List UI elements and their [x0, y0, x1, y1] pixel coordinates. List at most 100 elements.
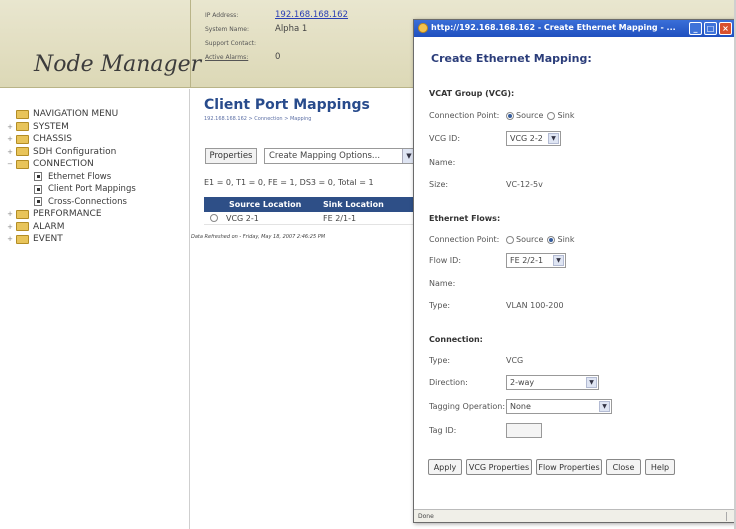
mapping-summary: E1 = 0, T1 = 0, FE = 1, DS3 = 0, Total =… [204, 178, 374, 187]
expand-icon[interactable]: + [6, 223, 14, 231]
nav-item-label[interactable]: CONNECTION [33, 159, 94, 169]
direction-row: Direction: 2-way ▼ [429, 375, 599, 390]
folder-icon [16, 109, 29, 119]
help-button[interactable]: Help [645, 459, 675, 475]
type-value: VLAN 100-200 [506, 301, 564, 310]
direction-select[interactable]: 2-way ▼ [506, 375, 599, 390]
flow-id-select[interactable]: FE 2/2-1 ▼ [506, 253, 566, 268]
chevron-down-icon[interactable]: ▼ [586, 377, 597, 388]
nav-item-label[interactable]: CHASSIS [33, 134, 72, 144]
folder-icon [16, 234, 29, 244]
nav-item-cross-connections[interactable]: Cross-Connections [6, 196, 136, 209]
info-row-ip: IP Address: 192.168.168.162 [205, 8, 348, 22]
option-label: Sink [557, 111, 575, 120]
row-select-radio[interactable] [209, 214, 218, 222]
window-title: http://192.168.168.162 - Create Ethernet… [431, 23, 676, 32]
option-label: Sink [557, 235, 575, 244]
nav-item-chassis[interactable]: + CHASSIS [6, 133, 136, 146]
info-label: System Name: [205, 25, 250, 33]
nav-item-label[interactable]: Cross-Connections [48, 197, 127, 207]
vcg-id-select[interactable]: VCG 2-2 ▼ [506, 131, 561, 146]
connection-type-value: VCG [506, 356, 524, 365]
status-bar: Done [414, 509, 735, 522]
nav-item-label[interactable]: Ethernet Flows [48, 172, 111, 182]
ip-address-link[interactable]: 192.168.168.162 [275, 10, 348, 20]
nav-item-sdh-configuration[interactable]: + SDH Configuration [6, 146, 136, 159]
expand-icon[interactable]: + [6, 123, 14, 131]
node-info: IP Address: 192.168.168.162 System Name:… [205, 8, 348, 64]
chevron-down-icon[interactable]: ▼ [553, 255, 564, 266]
nav-item-label[interactable]: SYSTEM [33, 122, 69, 132]
select-value: Create Mapping Options... [269, 151, 381, 161]
minimize-icon[interactable]: _ [689, 22, 702, 35]
dialog-buttons: Apply VCG Properties Flow Properties Clo… [428, 459, 679, 475]
expand-icon[interactable]: + [6, 210, 14, 218]
field-label: Tagging Operation: [429, 402, 506, 411]
field-label: Name: [429, 158, 456, 167]
create-mapping-options-select[interactable]: Create Mapping Options... ▼ [264, 148, 416, 164]
tag-id-input[interactable] [506, 423, 542, 438]
properties-button[interactable]: Properties [205, 148, 257, 164]
field-label: Direction: [429, 378, 468, 387]
active-alarms-label[interactable]: Active Alarms: [205, 54, 275, 61]
table-row[interactable]: VCG 2-1 FE 2/1-1 [204, 212, 416, 225]
tagging-operation-select[interactable]: None ▼ [506, 399, 612, 414]
vcat-name-row: Name: [429, 155, 506, 170]
vcat-sink-option[interactable]: Sink [547, 111, 575, 120]
vcg-properties-button[interactable]: VCG Properties [466, 459, 532, 475]
close-button[interactable]: Close [606, 459, 641, 475]
header-divider [190, 0, 191, 88]
nav-item-client-port-mappings[interactable]: Client Port Mappings [6, 183, 136, 196]
page-icon [34, 184, 42, 194]
chevron-down-icon[interactable]: ▼ [548, 133, 559, 144]
select-value: None [510, 402, 531, 411]
nav-item-label[interactable]: SDH Configuration [33, 147, 116, 157]
field-label: Size: [429, 180, 449, 189]
field-label: Type: [429, 356, 451, 365]
expand-icon[interactable]: + [6, 135, 14, 143]
maximize-icon[interactable]: □ [704, 22, 717, 35]
ethernet-source-radio[interactable] [506, 235, 514, 244]
vcg-id-row: VCG ID: VCG 2-2 ▼ [429, 131, 561, 146]
folder-open-icon [16, 159, 29, 169]
chevron-down-icon[interactable]: ▼ [599, 401, 610, 412]
nav-item-label[interactable]: PERFORMANCE [33, 209, 102, 219]
nav-item-event[interactable]: + EVENT [6, 233, 136, 246]
nav-item-ethernet-flows[interactable]: Ethernet Flows [6, 171, 136, 184]
source-cell: VCG 2-1 [226, 213, 259, 223]
page-title: Client Port Mappings [204, 97, 370, 113]
ethernet-source-option[interactable]: Source [506, 235, 543, 244]
nav-item-performance[interactable]: + PERFORMANCE [6, 208, 136, 221]
flow-properties-button[interactable]: Flow Properties [536, 459, 602, 475]
vcat-source-option[interactable]: Source [506, 111, 543, 120]
expand-icon[interactable]: + [6, 148, 14, 156]
window-titlebar[interactable]: http://192.168.168.162 - Create Ethernet… [414, 20, 736, 37]
flow-id-row: Flow ID: FE 2/2-1 ▼ [429, 253, 566, 268]
field-label: Tag ID: [429, 426, 457, 435]
nav-item-label[interactable]: ALARM [33, 222, 65, 232]
collapse-icon[interactable]: − [6, 160, 14, 168]
ethernet-sink-option[interactable]: Sink [547, 235, 575, 244]
info-label: Support Contact: [205, 39, 256, 47]
nav-item-system[interactable]: + SYSTEM [6, 121, 136, 134]
page-icon [34, 172, 42, 182]
vcat-section-title: VCAT Group (VCG): [429, 89, 515, 98]
main-content: Client Port Mappings 192.168.168.162 > C… [191, 89, 416, 529]
select-value: 2-way [510, 378, 535, 387]
nav-tree: NAVIGATION MENU + SYSTEM + CHASSIS + SDH… [6, 108, 136, 246]
vcat-source-radio[interactable] [506, 111, 514, 120]
folder-icon [16, 222, 29, 232]
nav-header: NAVIGATION MENU [6, 108, 136, 121]
expand-icon[interactable]: + [6, 235, 14, 243]
nav-item-label[interactable]: EVENT [33, 234, 63, 244]
vcat-sink-radio[interactable] [547, 111, 556, 120]
nav-item-connection[interactable]: − CONNECTION [6, 158, 136, 171]
ethernet-sink-radio[interactable] [547, 235, 556, 244]
close-icon[interactable]: × [719, 22, 732, 35]
nav-item-alarm[interactable]: + ALARM [6, 221, 136, 234]
nav-item-label[interactable]: Client Port Mappings [48, 184, 136, 194]
folder-icon [16, 134, 29, 144]
info-row-support-contact: Support Contact: [205, 36, 348, 50]
info-label: IP Address: [205, 11, 239, 19]
apply-button[interactable]: Apply [428, 459, 462, 475]
